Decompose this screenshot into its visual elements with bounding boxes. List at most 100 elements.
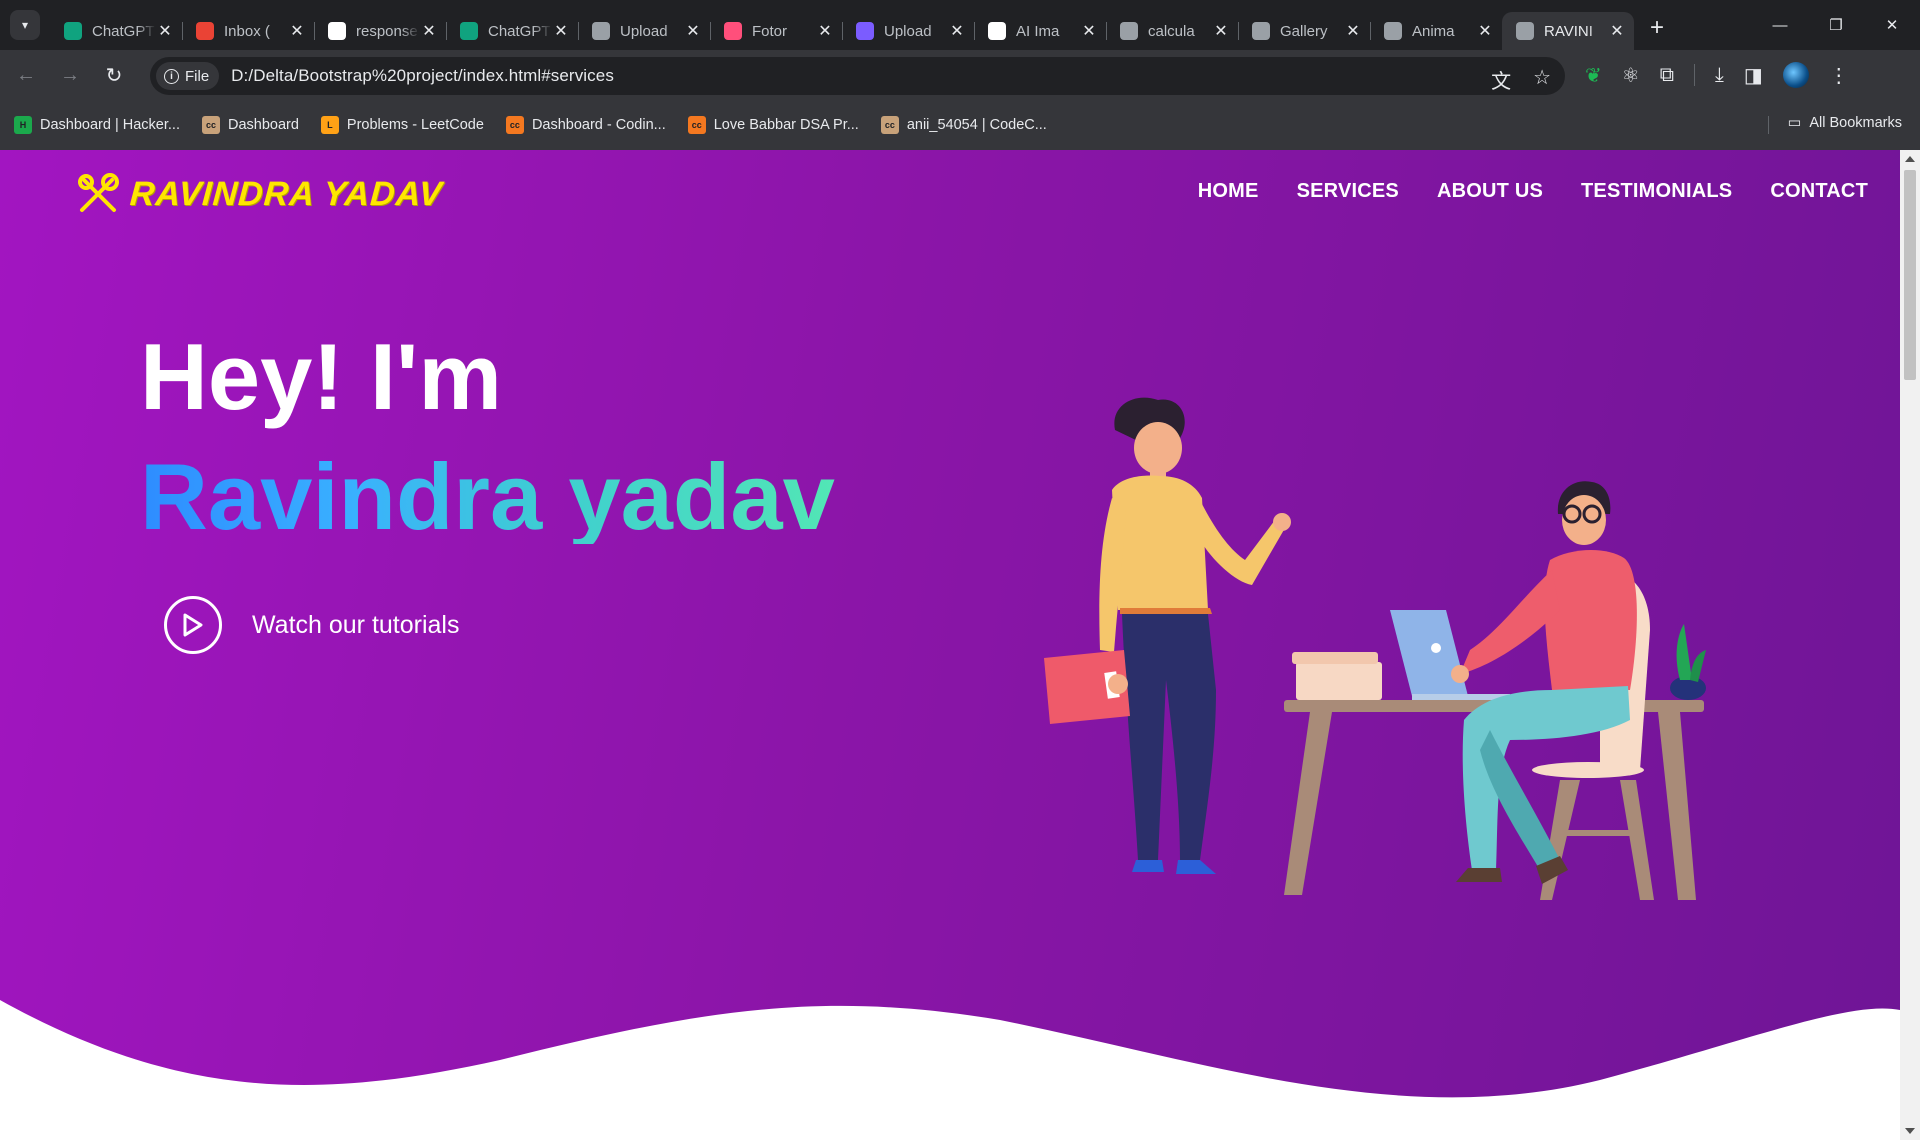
menu-kebab-icon[interactable]: ⋮ bbox=[1829, 63, 1849, 88]
tab-close-icon[interactable]: ✕ bbox=[1476, 21, 1494, 41]
tab-title: Upload bbox=[884, 22, 932, 40]
scroll-down-arrow-icon[interactable] bbox=[1905, 1128, 1915, 1134]
new-tab-button[interactable]: + bbox=[1650, 14, 1664, 42]
site-logo[interactable]: RAVINDRA YADAV bbox=[74, 170, 444, 218]
bookmark-item[interactable]: cc Dashboard bbox=[201, 116, 299, 134]
reload-button[interactable]: ↻ bbox=[96, 57, 132, 93]
globe-icon bbox=[1516, 22, 1534, 40]
watch-tutorials-label: Watch our tutorials bbox=[252, 610, 460, 639]
address-bar-actions: 文 ☆ bbox=[1491, 65, 1551, 94]
bookmark-item[interactable]: H Dashboard | Hacker... bbox=[14, 116, 180, 134]
tab-close-icon[interactable]: ✕ bbox=[1608, 21, 1626, 41]
close-window-button[interactable]: ✕ bbox=[1864, 0, 1920, 50]
browser-tab[interactable]: Anima ✕ bbox=[1370, 12, 1502, 50]
main-navigation: HOME SERVICES ABOUT US TESTIMONIALS CONT… bbox=[1198, 180, 1868, 203]
bookmark-label: Dashboard bbox=[227, 117, 299, 133]
bookmarks-bar: H Dashboard | Hacker... cc Dashboard L Proble… bbox=[0, 100, 1920, 150]
codingninjas-icon: cc bbox=[505, 116, 524, 134]
toolbar-divider bbox=[1693, 64, 1695, 86]
nav-contact[interactable]: CONTACT bbox=[1770, 180, 1868, 203]
browser-tab[interactable]: AI Ima ✕ bbox=[974, 12, 1106, 50]
profile-avatar[interactable] bbox=[1782, 62, 1809, 88]
tab-close-icon[interactable]: ✕ bbox=[420, 21, 438, 41]
browser-tab[interactable]: calcula ✕ bbox=[1106, 12, 1238, 50]
url-text[interactable]: D:/Delta/Bootstrap%20project/index.html#… bbox=[231, 66, 614, 86]
extensions-puzzle-icon[interactable]: ⧉ bbox=[1660, 64, 1674, 87]
nav-testimonials[interactable]: TESTIMONIALS bbox=[1581, 180, 1732, 203]
nav-services[interactable]: SERVICES bbox=[1297, 180, 1399, 203]
tab-title: ChatGPT bbox=[488, 22, 551, 40]
bookmark-item[interactable]: cc anii_54054 | CodeC... bbox=[880, 116, 1047, 134]
codingninjas-icon: cc bbox=[687, 116, 706, 134]
download-icon[interactable]: ⤓ bbox=[1715, 64, 1724, 87]
address-bar[interactable]: i File D:/Delta/Bootstrap%20project/inde… bbox=[150, 57, 1565, 95]
browser-tab[interactable]: Upload ✕ bbox=[842, 12, 974, 50]
tab-close-icon[interactable]: ✕ bbox=[156, 21, 174, 41]
page-scrollbar[interactable] bbox=[1900, 150, 1920, 1140]
standing-person-figure bbox=[1044, 397, 1291, 874]
tab-title: RAVINI bbox=[1544, 22, 1593, 40]
react-devtools-icon[interactable]: ⚛ bbox=[1622, 63, 1640, 88]
nav-about-us[interactable]: ABOUT US bbox=[1437, 180, 1543, 203]
all-bookmarks-button[interactable]: ▭ All Bookmarks bbox=[1767, 115, 1902, 134]
seated-person-figure bbox=[1451, 481, 1654, 900]
side-panel-icon[interactable]: ◨ bbox=[1744, 63, 1763, 88]
logo-text: RAVINDRA YADAV bbox=[128, 174, 444, 213]
bookmark-item[interactable]: cc Love Babbar DSA Pr... bbox=[687, 116, 859, 134]
github-icon bbox=[328, 22, 346, 40]
globe-icon bbox=[1384, 22, 1402, 40]
tab-close-icon[interactable]: ✕ bbox=[684, 21, 702, 41]
leetcode-icon: L bbox=[320, 116, 339, 134]
tab-close-icon[interactable]: ✕ bbox=[1344, 21, 1362, 41]
back-button[interactable]: ← bbox=[8, 57, 44, 93]
scroll-thumb[interactable] bbox=[1904, 170, 1916, 380]
browser-tab[interactable]: Fotor ✕ bbox=[710, 12, 842, 50]
hero-name: Ravindra yadav bbox=[140, 444, 835, 549]
gmail-icon bbox=[196, 22, 214, 40]
nav-home[interactable]: HOME bbox=[1198, 180, 1259, 203]
tab-search-button[interactable]: ▾ bbox=[10, 10, 40, 40]
tab-title: calcula bbox=[1148, 22, 1195, 40]
globe-icon bbox=[1120, 22, 1138, 40]
tab-title: Gallery bbox=[1280, 22, 1328, 40]
all-bookmarks-label: All Bookmarks bbox=[1809, 115, 1902, 131]
tab-title: Anima bbox=[1412, 22, 1455, 40]
leaf-extension-icon[interactable]: ❦ bbox=[1585, 63, 1602, 88]
browser-tab[interactable]: ChatGPT ✕ bbox=[50, 12, 182, 50]
codechef-icon: cc bbox=[880, 116, 899, 134]
tab-title: AI Ima bbox=[1016, 22, 1060, 40]
bookmark-item[interactable]: cc Dashboard - Codin... bbox=[505, 116, 666, 134]
tab-close-icon[interactable]: ✕ bbox=[288, 21, 306, 41]
bookmark-label: Problems - LeetCode bbox=[346, 117, 484, 133]
web-page: RAVINDRA YADAV HOME SERVICES ABOUT US TE… bbox=[0, 150, 1900, 1140]
browser-tab[interactable]: RAVINI ✕ bbox=[1502, 12, 1634, 50]
browser-tab[interactable]: response ✕ bbox=[314, 12, 446, 50]
forward-button[interactable]: → bbox=[52, 57, 88, 93]
tab-title: Inbox ( bbox=[224, 22, 270, 40]
scroll-up-arrow-icon[interactable] bbox=[1905, 156, 1915, 162]
browser-tab[interactable]: Gallery ✕ bbox=[1238, 12, 1370, 50]
watch-tutorials-button[interactable]: Watch our tutorials bbox=[164, 596, 459, 654]
tab-close-icon[interactable]: ✕ bbox=[816, 21, 834, 41]
browser-tab[interactable]: ChatGPT ✕ bbox=[446, 12, 578, 50]
site-info-chip[interactable]: i File bbox=[156, 62, 220, 90]
bookmark-item[interactable]: L Problems - LeetCode bbox=[320, 116, 484, 134]
translate-icon[interactable]: 文 bbox=[1491, 65, 1511, 94]
tab-title: Fotor bbox=[752, 22, 788, 40]
chatgpt-icon bbox=[64, 22, 82, 40]
tab-list: ChatGPT ✕ Inbox (✕ response ✕ ChatGPT ✕ Upload ✕… bbox=[50, 0, 1634, 50]
tab-close-icon[interactable]: ✕ bbox=[1080, 21, 1098, 41]
folder-icon: ▭ bbox=[1787, 115, 1802, 131]
tab-title: ChatGPT bbox=[92, 22, 155, 40]
restore-button[interactable]: ❐ bbox=[1808, 0, 1864, 50]
fotor-icon bbox=[856, 22, 874, 40]
tab-close-icon[interactable]: ✕ bbox=[1212, 21, 1230, 41]
browser-tab[interactable]: Upload ✕ bbox=[578, 12, 710, 50]
tools-logo-icon bbox=[78, 173, 119, 212]
minimize-button[interactable]: — bbox=[1752, 0, 1808, 50]
browser-tab[interactable]: Inbox ( ✕ bbox=[182, 12, 314, 50]
tab-title: response bbox=[356, 22, 418, 40]
tab-close-icon[interactable]: ✕ bbox=[948, 21, 966, 41]
bookmark-star-icon[interactable]: ☆ bbox=[1533, 65, 1551, 94]
tab-close-icon[interactable]: ✕ bbox=[552, 21, 570, 41]
